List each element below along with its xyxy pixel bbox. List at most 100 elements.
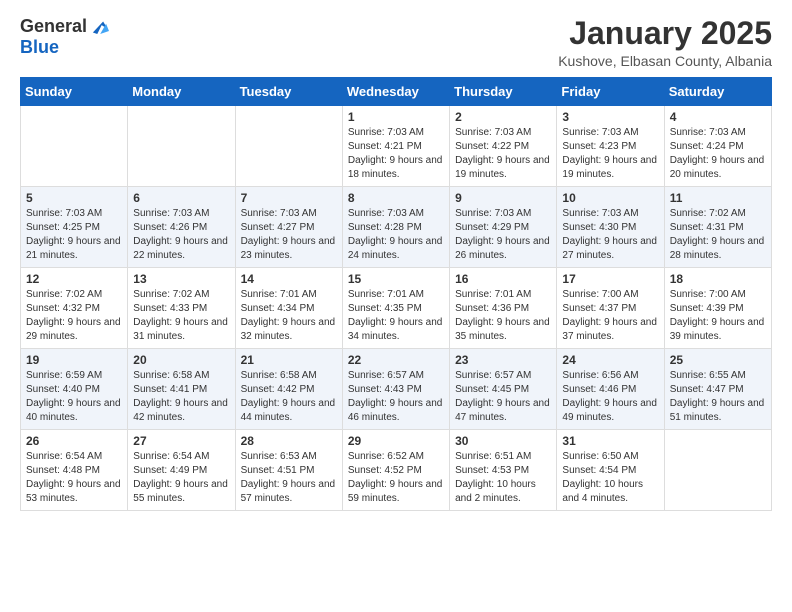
header: General Blue January 2025 Kushove, Elbas… <box>20 16 772 69</box>
day-info: Sunrise: 7:01 AMSunset: 4:35 PMDaylight:… <box>348 288 444 344</box>
day-number: 23 <box>455 353 551 367</box>
day-info: Sunrise: 7:03 AMSunset: 4:26 PMDaylight:… <box>133 207 229 263</box>
month-title: January 2025 <box>558 16 772 51</box>
subtitle: Kushove, Elbasan County, Albania <box>558 53 772 69</box>
day-info: Sunrise: 6:55 AMSunset: 4:47 PMDaylight:… <box>670 369 766 425</box>
day-info: Sunrise: 6:54 AMSunset: 4:48 PMDaylight:… <box>26 450 122 506</box>
day-number: 28 <box>241 434 337 448</box>
day-number: 26 <box>26 434 122 448</box>
day-number: 1 <box>348 110 444 124</box>
table-row: 21 Sunrise: 6:58 AMSunset: 4:42 PMDayligh… <box>235 349 342 430</box>
page-container: General Blue January 2025 Kushove, Elbas… <box>0 0 792 521</box>
day-info: Sunrise: 6:58 AMSunset: 4:42 PMDaylight:… <box>241 369 337 425</box>
calendar-week-row: 12 Sunrise: 7:02 AMSunset: 4:32 PMDayligh… <box>21 268 772 349</box>
day-number: 22 <box>348 353 444 367</box>
calendar-week-row: 19 Sunrise: 6:59 AMSunset: 4:40 PMDayligh… <box>21 349 772 430</box>
day-info: Sunrise: 6:59 AMSunset: 4:40 PMDaylight:… <box>26 369 122 425</box>
table-row: 18 Sunrise: 7:00 AMSunset: 4:39 PMDayligh… <box>664 268 771 349</box>
table-row <box>21 106 128 187</box>
day-info: Sunrise: 6:56 AMSunset: 4:46 PMDaylight:… <box>562 369 658 425</box>
day-number: 30 <box>455 434 551 448</box>
day-number: 19 <box>26 353 122 367</box>
table-row: 17 Sunrise: 7:00 AMSunset: 4:37 PMDayligh… <box>557 268 664 349</box>
table-row <box>235 106 342 187</box>
table-row <box>128 106 235 187</box>
table-row: 16 Sunrise: 7:01 AMSunset: 4:36 PMDayligh… <box>450 268 557 349</box>
table-row: 30Sunrise: 6:51 AMSunset: 4:53 PMDayligh… <box>450 430 557 511</box>
day-info: Sunrise: 6:57 AMSunset: 4:45 PMDaylight:… <box>455 369 551 425</box>
day-number: 7 <box>241 191 337 205</box>
day-number: 9 <box>455 191 551 205</box>
day-number: 25 <box>670 353 766 367</box>
day-number: 21 <box>241 353 337 367</box>
logo-blue-text: Blue <box>20 38 109 58</box>
day-number: 16 <box>455 272 551 286</box>
table-row: 12 Sunrise: 7:02 AMSunset: 4:32 PMDayligh… <box>21 268 128 349</box>
calendar-week-row: 5 Sunrise: 7:03 AMSunset: 4:25 PMDaylight… <box>21 187 772 268</box>
day-number: 27 <box>133 434 229 448</box>
table-row: 24 Sunrise: 6:56 AMSunset: 4:46 PMDayligh… <box>557 349 664 430</box>
calendar-week-row: 1 Sunrise: 7:03 AMSunset: 4:21 PMDaylight… <box>21 106 772 187</box>
title-block: January 2025 Kushove, Elbasan County, Al… <box>558 16 772 69</box>
day-info: Sunrise: 7:01 AMSunset: 4:36 PMDaylight:… <box>455 288 551 344</box>
day-number: 3 <box>562 110 658 124</box>
table-row: 9 Sunrise: 7:03 AMSunset: 4:29 PMDaylight… <box>450 187 557 268</box>
table-row: 2 Sunrise: 7:03 AMSunset: 4:22 PMDaylight… <box>450 106 557 187</box>
table-row: 6 Sunrise: 7:03 AMSunset: 4:26 PMDaylight… <box>128 187 235 268</box>
day-number: 24 <box>562 353 658 367</box>
calendar-table: Sunday Monday Tuesday Wednesday Thursday… <box>20 77 772 511</box>
table-row <box>664 430 771 511</box>
day-info: Sunrise: 7:01 AMSunset: 4:34 PMDaylight:… <box>241 288 337 344</box>
day-info: Sunrise: 7:03 AMSunset: 4:25 PMDaylight:… <box>26 207 122 263</box>
table-row: 5 Sunrise: 7:03 AMSunset: 4:25 PMDaylight… <box>21 187 128 268</box>
header-saturday: Saturday <box>664 78 771 106</box>
calendar-week-row: 26 Sunrise: 6:54 AMSunset: 4:48 PMDayligh… <box>21 430 772 511</box>
day-number: 6 <box>133 191 229 205</box>
weekday-header-row: Sunday Monday Tuesday Wednesday Thursday… <box>21 78 772 106</box>
day-info: Sunrise: 7:03 AMSunset: 4:23 PMDaylight:… <box>562 126 658 182</box>
table-row: 22Sunrise: 6:57 AMSunset: 4:43 PMDayligh… <box>342 349 449 430</box>
header-wednesday: Wednesday <box>342 78 449 106</box>
day-info: Sunrise: 7:03 AMSunset: 4:30 PMDaylight:… <box>562 207 658 263</box>
day-number: 29 <box>348 434 444 448</box>
day-number: 11 <box>670 191 766 205</box>
day-info: Sunrise: 6:54 AMSunset: 4:49 PMDaylight:… <box>133 450 229 506</box>
day-info: Sunrise: 7:02 AMSunset: 4:32 PMDaylight:… <box>26 288 122 344</box>
day-info: Sunrise: 7:00 AMSunset: 4:37 PMDaylight:… <box>562 288 658 344</box>
day-info: Sunrise: 7:00 AMSunset: 4:39 PMDaylight:… <box>670 288 766 344</box>
day-number: 15 <box>348 272 444 286</box>
day-info: Sunrise: 7:03 AMSunset: 4:24 PMDaylight:… <box>670 126 766 182</box>
day-number: 8 <box>348 191 444 205</box>
table-row: 29 Sunrise: 6:52 AMSunset: 4:52 PMDayligh… <box>342 430 449 511</box>
day-number: 18 <box>670 272 766 286</box>
table-row: 3 Sunrise: 7:03 AMSunset: 4:23 PMDaylight… <box>557 106 664 187</box>
table-row: 19 Sunrise: 6:59 AMSunset: 4:40 PMDayligh… <box>21 349 128 430</box>
day-number: 4 <box>670 110 766 124</box>
table-row: 7Sunrise: 7:03 AMSunset: 4:27 PMDaylight… <box>235 187 342 268</box>
header-sunday: Sunday <box>21 78 128 106</box>
logo: General Blue <box>20 16 109 58</box>
table-row: 11 Sunrise: 7:02 AMSunset: 4:31 PMDayligh… <box>664 187 771 268</box>
day-number: 20 <box>133 353 229 367</box>
table-row: 27 Sunrise: 6:54 AMSunset: 4:49 PMDayligh… <box>128 430 235 511</box>
day-info: Sunrise: 7:03 AMSunset: 4:28 PMDaylight:… <box>348 207 444 263</box>
header-tuesday: Tuesday <box>235 78 342 106</box>
day-info: Sunrise: 7:03 AMSunset: 4:22 PMDaylight:… <box>455 126 551 182</box>
day-info: Sunrise: 7:03 AMSunset: 4:29 PMDaylight:… <box>455 207 551 263</box>
day-info: Sunrise: 6:58 AMSunset: 4:41 PMDaylight:… <box>133 369 229 425</box>
table-row: 15 Sunrise: 7:01 AMSunset: 4:35 PMDayligh… <box>342 268 449 349</box>
day-info: Sunrise: 6:52 AMSunset: 4:52 PMDaylight:… <box>348 450 444 506</box>
day-info: Sunrise: 7:03 AMSunset: 4:21 PMDaylight:… <box>348 126 444 182</box>
table-row: 10 Sunrise: 7:03 AMSunset: 4:30 PMDayligh… <box>557 187 664 268</box>
day-number: 5 <box>26 191 122 205</box>
day-info: Sunrise: 7:02 AMSunset: 4:31 PMDaylight:… <box>670 207 766 263</box>
day-number: 12 <box>26 272 122 286</box>
day-number: 10 <box>562 191 658 205</box>
table-row: 25 Sunrise: 6:55 AMSunset: 4:47 PMDayligh… <box>664 349 771 430</box>
table-row: 13Sunrise: 7:02 AMSunset: 4:33 PMDayligh… <box>128 268 235 349</box>
day-number: 2 <box>455 110 551 124</box>
header-friday: Friday <box>557 78 664 106</box>
day-number: 17 <box>562 272 658 286</box>
table-row: 20 Sunrise: 6:58 AMSunset: 4:41 PMDayligh… <box>128 349 235 430</box>
table-row: 1 Sunrise: 7:03 AMSunset: 4:21 PMDaylight… <box>342 106 449 187</box>
